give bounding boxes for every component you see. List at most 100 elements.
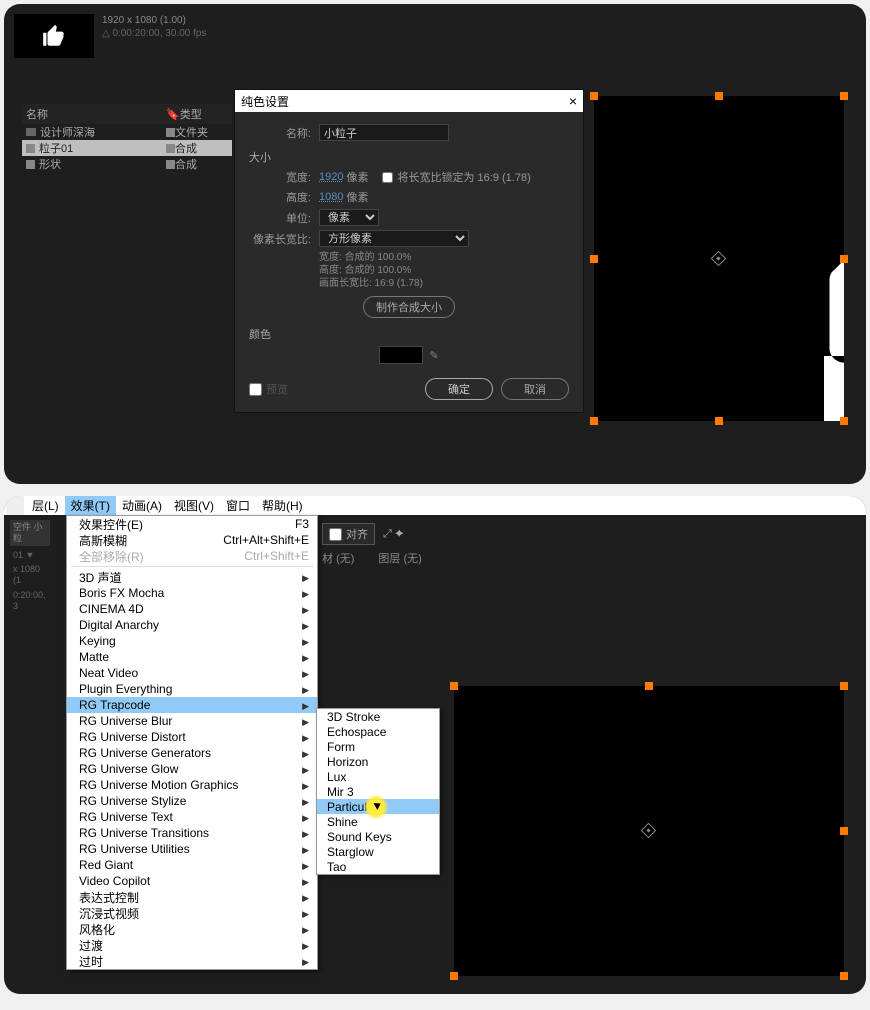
align-toggle[interactable]: 对齐 [322, 523, 375, 545]
type-icon [166, 128, 175, 137]
project-row[interactable]: 粒子01 合成 [22, 140, 232, 156]
menu-4[interactable]: 窗口 [220, 496, 256, 515]
menu-item[interactable]: Matte▶ [67, 649, 317, 665]
project-row[interactable]: 形状 合成 [22, 156, 232, 172]
lock-aspect-input[interactable] [382, 172, 393, 183]
menu-item[interactable]: RG Universe Transitions▶ [67, 825, 317, 841]
project-row[interactable]: 设计师深海 文件夹 [22, 124, 232, 140]
effects-panel-tab[interactable]: 空件 小粒 [10, 520, 50, 546]
menu-1[interactable]: 效果(T) [65, 496, 116, 515]
col-type-header[interactable]: 类型 [180, 106, 202, 122]
submenu-item[interactable]: Lux [317, 769, 439, 784]
menu-item[interactable]: RG Trapcode▶ [67, 697, 317, 713]
submenu-item[interactable]: Sound Keys [317, 829, 439, 844]
preview-checkbox[interactable] [249, 383, 262, 396]
submenu-item[interactable]: Particular [317, 799, 439, 814]
menu-item[interactable]: RG Universe Stylize▶ [67, 793, 317, 809]
submenu-item[interactable]: Horizon [317, 754, 439, 769]
submenu-item[interactable]: Echospace [317, 724, 439, 739]
menu-item[interactable]: Red Giant▶ [67, 857, 317, 873]
ratio-readout: 宽度: 合成的 100.0% 高度: 合成的 100.0% 画面长宽比: 16:… [319, 251, 569, 290]
menu-item[interactable]: 风格化▶ [67, 921, 317, 937]
anchor-point-icon[interactable] [641, 823, 657, 839]
height-unit: 像素 [346, 189, 368, 205]
name-label: 名称: [249, 125, 319, 141]
menu-2[interactable]: 动画(A) [116, 496, 168, 515]
menu-item[interactable]: Boris FX Mocha▶ [67, 585, 317, 601]
panel-effect-menu: 层(L)效果(T)动画(A)视图(V)窗口帮助(H) 空件 小粒 01 ▼ x … [4, 496, 866, 994]
composition-thumbnail[interactable] [14, 14, 94, 58]
folder-icon [26, 128, 36, 136]
comp-icon [26, 160, 35, 169]
menu-item[interactable]: RG Universe Text▶ [67, 809, 317, 825]
lock-aspect-label: 将长宽比锁定为 16:9 (1.78) [397, 169, 530, 185]
meta-dimensions: 1920 x 1080 (1.00) [102, 14, 206, 27]
col-name-header[interactable]: 名称 [26, 106, 166, 122]
unit-select[interactable]: 像素 [319, 209, 379, 226]
menu-item[interactable]: RG Universe Distort▶ [67, 729, 317, 745]
menu-item[interactable]: 表达式控制▶ [67, 889, 317, 905]
menu-item[interactable]: 过渡▶ [67, 937, 317, 953]
menu-item[interactable]: Neat Video▶ [67, 665, 317, 681]
type-icon [166, 144, 175, 153]
menubar: 层(L)效果(T)动画(A)视图(V)窗口帮助(H) [4, 496, 866, 515]
menu-item[interactable]: RG Universe Generators▶ [67, 745, 317, 761]
menu-item[interactable]: RG Universe Glow▶ [67, 761, 317, 777]
submenu-item[interactable]: Starglow [317, 844, 439, 859]
make-comp-size-button[interactable]: 制作合成大小 [363, 296, 455, 318]
name-input[interactable] [319, 124, 449, 141]
width-label: 宽度: [249, 169, 319, 185]
menu-item[interactable]: 高斯模糊Ctrl+Alt+Shift+E [67, 532, 317, 548]
width-field[interactable]: 1920 [319, 171, 343, 183]
menu-item[interactable]: RG Universe Blur▶ [67, 713, 317, 729]
trapcode-submenu[interactable]: 3D StrokeEchospaceFormHorizonLuxMir 3Par… [316, 708, 440, 875]
par-label: 像素长宽比: [249, 231, 319, 247]
menu-item[interactable]: Video Copilot▶ [67, 873, 317, 889]
left-info-2: x 1080 (1 [10, 562, 50, 588]
menu-3[interactable]: 视图(V) [168, 496, 220, 515]
cancel-button[interactable]: 取消 [501, 378, 569, 400]
unit-label: 单位: [249, 210, 319, 226]
menu-item[interactable]: Keying▶ [67, 633, 317, 649]
composition-viewer-2[interactable] [454, 686, 844, 976]
meta-duration: △ 0:00:20:00, 30.00 fps [102, 27, 206, 40]
close-icon[interactable]: × [569, 93, 577, 109]
menu-item[interactable]: Digital Anarchy▶ [67, 617, 317, 633]
submenu-item[interactable]: Tao [317, 859, 439, 874]
dialog-titlebar[interactable]: 纯色设置 × [235, 90, 583, 112]
eyedropper-icon[interactable]: ✎ [429, 349, 438, 362]
toolbar-secondary: 对齐 ⤢ ✦ [322, 518, 404, 550]
color-section-label: 颜色 [249, 326, 569, 342]
solid-settings-dialog: 纯色设置 × 名称: 大小 宽度: 1920 像素 将长宽比锁定为 16:9 (… [234, 89, 584, 413]
size-section-label: 大小 [249, 149, 569, 165]
panel-solid-settings: 1920 x 1080 (1.00) △ 0:00:20:00, 30.00 f… [4, 4, 866, 484]
height-field[interactable]: 1080 [319, 191, 343, 203]
project-header: 名称 🔖类型 [22, 104, 232, 124]
thumbs-up-icon [39, 23, 69, 49]
effect-menu-dropdown[interactable]: 效果控件(E)F3高斯模糊Ctrl+Alt+Shift+E全部移除(R)Ctrl… [66, 515, 318, 970]
menu-5[interactable]: 帮助(H) [256, 496, 309, 515]
menu-item[interactable]: CINEMA 4D▶ [67, 601, 317, 617]
menu-item[interactable]: RG Universe Motion Graphics▶ [67, 777, 317, 793]
menu-0[interactable]: 层(L) [26, 496, 65, 515]
lock-aspect-checkbox[interactable]: 将长宽比锁定为 16:9 (1.78) [382, 169, 530, 185]
type-icon [166, 160, 175, 169]
ratio-width: 宽度: 合成的 100.0% [319, 251, 569, 264]
left-info-1: 01 ▼ [10, 548, 50, 563]
thumbnail-row: 1920 x 1080 (1.00) △ 0:00:20:00, 30.00 f… [14, 14, 206, 58]
composition-viewer[interactable] [594, 96, 844, 421]
color-swatch[interactable] [379, 346, 423, 364]
menu-item[interactable]: Plugin Everything▶ [67, 681, 317, 697]
width-unit: 像素 [346, 169, 368, 185]
par-select[interactable]: 方形像素 [319, 230, 469, 247]
submenu-item[interactable]: Form [317, 739, 439, 754]
menu-corner [6, 496, 24, 515]
menu-item[interactable]: 沉浸式视频▶ [67, 905, 317, 921]
submenu-item[interactable]: 3D Stroke [317, 709, 439, 724]
thumbnail-meta: 1920 x 1080 (1.00) △ 0:00:20:00, 30.00 f… [102, 14, 206, 40]
ok-button[interactable]: 确定 [425, 378, 493, 400]
menu-item[interactable]: 过时▶ [67, 953, 317, 969]
menu-item[interactable]: RG Universe Utilities▶ [67, 841, 317, 857]
menu-item[interactable]: 3D 声道▶ [67, 569, 317, 585]
menu-item[interactable]: 效果控件(E)F3 [67, 516, 317, 532]
